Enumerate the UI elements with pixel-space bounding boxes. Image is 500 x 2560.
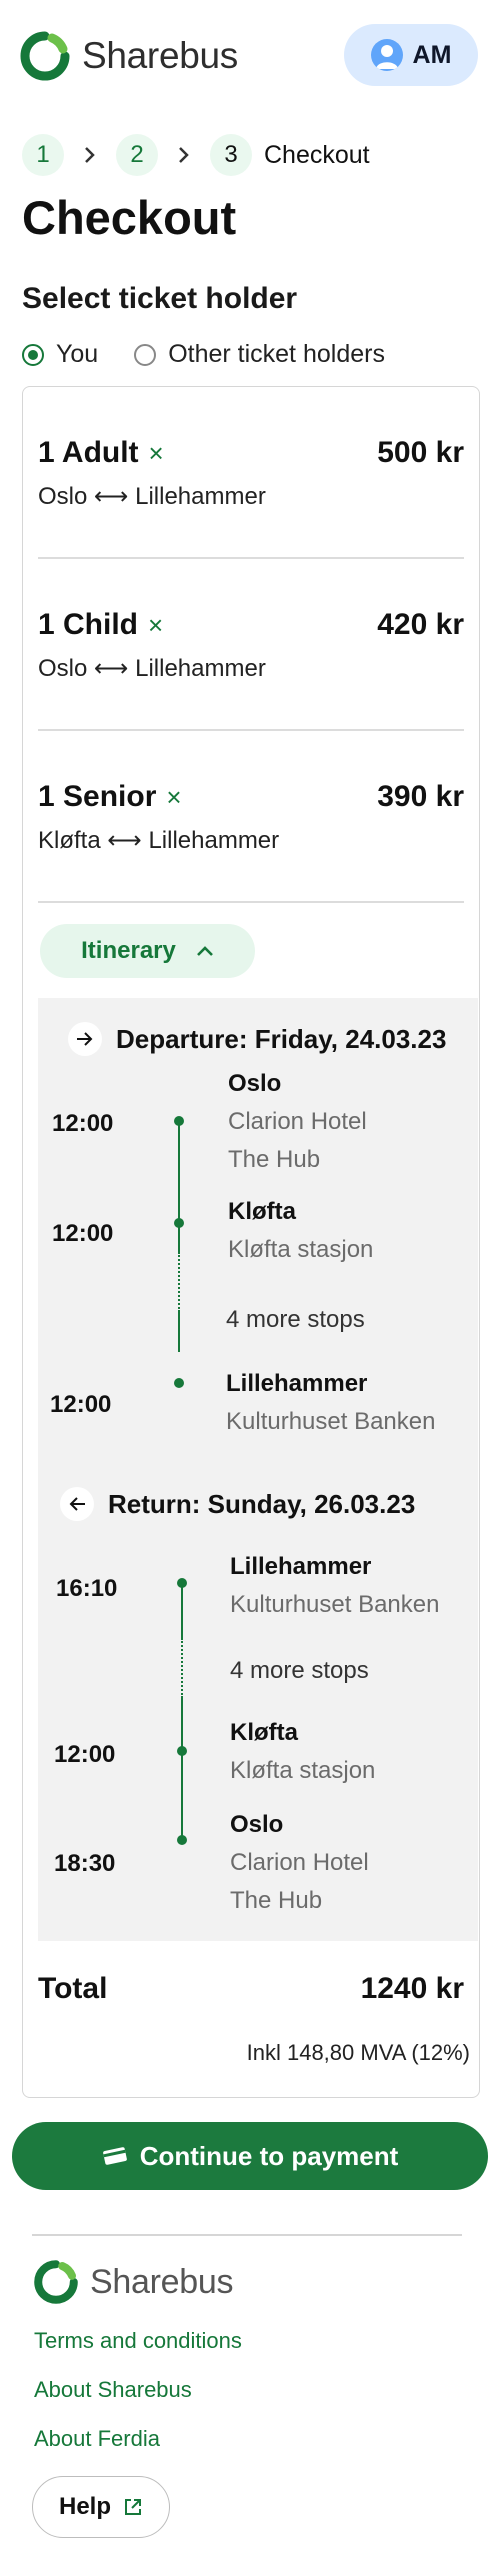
itinerary-panel: Departure: Friday, 24.03.23 12:00 Oslo C… <box>38 998 478 1941</box>
route-line-dotted <box>178 1252 180 1312</box>
route-line-dotted <box>181 1638 183 1698</box>
stop-location: Kløfta stasjon <box>230 1757 376 1784</box>
divider <box>38 557 464 559</box>
more-stops[interactable]: 4 more stops <box>226 1306 365 1334</box>
stop-time: 16:10 <box>56 1575 118 1602</box>
footer-brand-name: Sharebus <box>90 2262 234 2301</box>
ticket-name: 1 Senior × <box>38 780 182 813</box>
link-about-sharebus[interactable]: About Sharebus <box>34 2377 192 2403</box>
radio-you-label[interactable]: You <box>56 340 98 369</box>
continue-to-payment-button[interactable]: Continue to payment <box>12 2122 488 2190</box>
stop-time: 12:00 <box>54 1741 116 1768</box>
itinerary-toggle-label: Itinerary <box>81 937 176 964</box>
stop-name: Kløfta <box>230 1719 298 1746</box>
credit-card-icon <box>102 2147 127 2165</box>
stop-time: 18:30 <box>54 1850 116 1877</box>
remove-ticket-icon[interactable]: × <box>148 610 163 640</box>
route-arrow-icon: ⟷ <box>94 655 129 682</box>
return-header: Return: Sunday, 26.03.23 <box>60 1487 415 1521</box>
stop-location: Clarion Hotel <box>230 1849 369 1876</box>
stop-location: The Hub <box>230 1887 323 1914</box>
sharebus-logo[interactable]: Sharebus <box>18 29 248 83</box>
more-stops[interactable]: 4 more stops <box>230 1657 369 1685</box>
brand-name: Sharebus <box>82 35 238 76</box>
stop-dot <box>177 1835 187 1845</box>
step-current-label: Checkout <box>264 140 370 169</box>
stop-name: Kløfta <box>228 1198 296 1225</box>
sharebus-logo-icon <box>20 31 70 81</box>
vat-info: Inkl 148,80 MVA (12%) <box>246 2040 470 2065</box>
ticket-name: 1 Child × <box>38 608 164 641</box>
stop-dot <box>174 1116 184 1126</box>
ticket-holder-title: Select ticket holder <box>22 282 298 315</box>
stop-dot <box>174 1218 184 1228</box>
arrow-right-icon <box>68 1022 102 1056</box>
stop-time: 12:00 <box>50 1391 112 1418</box>
ticket-price: 500 kr <box>377 436 464 469</box>
stop-name: Oslo <box>230 1811 284 1838</box>
total-label: Total <box>38 1972 108 2005</box>
itinerary-toggle-button[interactable]: Itinerary <box>40 924 255 978</box>
route-arrow-icon: ⟷ <box>94 483 129 510</box>
stop-location: Kløfta stasjon <box>228 1236 374 1263</box>
stop-location: Kulturhuset Banken <box>226 1408 436 1435</box>
step-2[interactable]: 2 <box>116 134 158 176</box>
stop-dot <box>177 1746 187 1756</box>
remove-ticket-icon[interactable]: × <box>166 782 181 812</box>
account-button[interactable]: AM <box>344 24 478 86</box>
total-value: 1240 kr <box>360 1972 464 2005</box>
breadcrumb: 1 2 3 Checkout <box>22 134 370 176</box>
help-label: Help <box>58 2493 111 2520</box>
link-about-ferdia[interactable]: About Ferdia <box>34 2426 160 2452</box>
ticket-price: 420 kr <box>377 608 464 641</box>
sharebus-logo-icon <box>34 2260 78 2304</box>
route-line <box>181 1698 183 1840</box>
stop-name: Oslo <box>228 1070 282 1097</box>
radio-you[interactable] <box>22 343 44 366</box>
remove-ticket-icon[interactable]: × <box>149 438 164 468</box>
route-line <box>181 1583 183 1638</box>
stop-name: Lillehammer <box>226 1370 368 1397</box>
stop-location: Kulturhuset Banken <box>230 1591 440 1618</box>
ticket-route: Oslo ⟷ Lillehammer <box>38 655 266 682</box>
stop-location: Clarion Hotel <box>228 1108 367 1135</box>
chevron-right-icon <box>158 145 210 165</box>
user-avatar-icon <box>370 39 403 71</box>
radio-other-holders[interactable] <box>134 343 157 366</box>
footer-divider <box>32 2234 462 2236</box>
stop-name: Lillehammer <box>230 1553 372 1580</box>
divider <box>38 729 464 731</box>
stop-location: The Hub <box>228 1146 321 1173</box>
ticket-name: 1 Adult × <box>38 436 164 469</box>
continue-to-payment-label: Continue to payment <box>139 2140 399 2171</box>
help-button[interactable]: Help <box>32 2476 170 2538</box>
route-line <box>178 1122 180 1252</box>
footer-logo[interactable]: Sharebus <box>32 2257 262 2307</box>
departure-header: Departure: Friday, 24.03.23 <box>68 1022 446 1056</box>
external-link-icon <box>125 2499 141 2515</box>
chevron-right-icon <box>64 145 116 165</box>
page-title: Checkout <box>22 191 237 244</box>
chevron-up-icon <box>196 946 213 956</box>
stop-dot <box>174 1378 184 1388</box>
arrow-left-icon <box>60 1487 94 1521</box>
radio-other-holders-label[interactable]: Other ticket holders <box>168 340 385 369</box>
user-initials: AM <box>412 40 452 69</box>
link-terms-and-conditions[interactable]: Terms and conditions <box>34 2328 242 2354</box>
step-1[interactable]: 1 <box>22 134 64 176</box>
divider <box>38 901 464 903</box>
route-line <box>178 1312 180 1352</box>
route-arrow-icon: ⟷ <box>107 827 142 854</box>
ticket-route: Kløfta ⟷ Lillehammer <box>38 827 280 854</box>
ticket-price: 390 kr <box>377 780 464 813</box>
stop-dot <box>177 1578 187 1588</box>
stop-time: 12:00 <box>52 1110 114 1137</box>
stop-time: 12:00 <box>52 1220 114 1247</box>
ticket-holder-radio-group: You Other ticket holders <box>22 340 421 369</box>
ticket-route: Oslo ⟷ Lillehammer <box>38 483 266 510</box>
step-3: 3 <box>210 134 252 176</box>
